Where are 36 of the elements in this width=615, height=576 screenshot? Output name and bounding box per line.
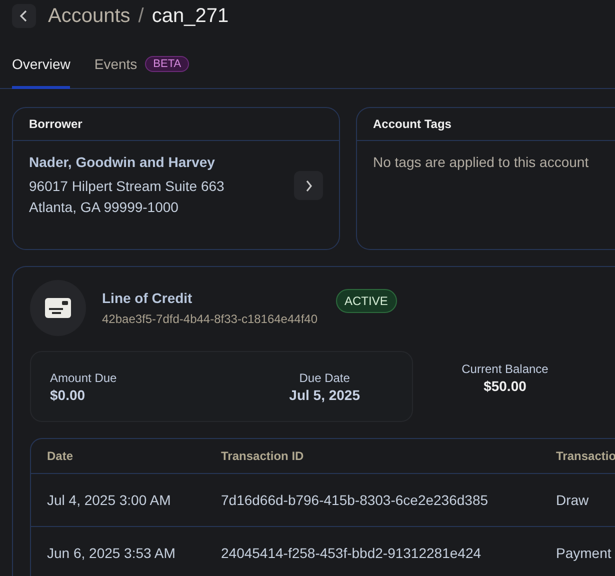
account-id: 42bae3f5-7dfd-4b44-8f33-c18164e44f40 [102,312,318,326]
amount-due-value: $0.00 [50,386,86,402]
breadcrumb-separator: / [138,4,144,28]
beta-badge: BETA [145,56,190,72]
due-date-label: Due Date [299,370,350,384]
tab-label: Events [94,56,138,72]
empty-message: No tags are applied to this account [373,154,590,170]
card-header: Account Tags [357,108,615,141]
column-header: Transaction ID [221,449,305,463]
breadcrumb-link[interactable]: Accounts [48,4,130,28]
table-cell-text: Jun 6, 2025 3:53 AM [46,545,176,561]
table-cell-text: Draw [556,492,590,508]
address-line: 96017 Hilpert Stream Suite 663 [29,177,224,196]
card-icon [44,296,72,320]
balance-value: $50.00 [484,378,526,394]
table-cell-text: 7d16d66d-b796-415b-8303-6ce2e236d385 [221,492,490,508]
tab[interactable]: Events BETA [94,56,190,89]
back-button[interactable] [12,4,36,28]
account-type: Line of Credit [102,290,194,306]
status-badge: ACTIVE [336,289,397,313]
tab[interactable]: Overview [12,56,70,89]
balance-label: Current Balance [462,362,548,376]
amount-due-label: Amount Due [50,370,117,384]
tab-label: Overview [12,56,70,72]
card-header: Borrower [13,108,339,141]
chevron-left-icon [19,10,29,22]
table-cell-text: Payment [556,545,612,561]
column-header: Date [46,449,74,463]
page-title: can_271 [152,4,229,28]
table-cell-text: 24045414-f258-453f-bbd2-91312281e424 [221,545,482,561]
borrower-name: Nader, Goodwin and Harvey [29,154,216,170]
due-date-value: Jul 5, 2025 [289,386,360,402]
open-borrower-button[interactable] [294,171,323,200]
table-cell-text: Jul 4, 2025 3:00 AM [46,492,172,508]
chevron-right-icon [304,180,312,192]
address-line: Atlanta, GA 99999-1000 [29,198,178,217]
